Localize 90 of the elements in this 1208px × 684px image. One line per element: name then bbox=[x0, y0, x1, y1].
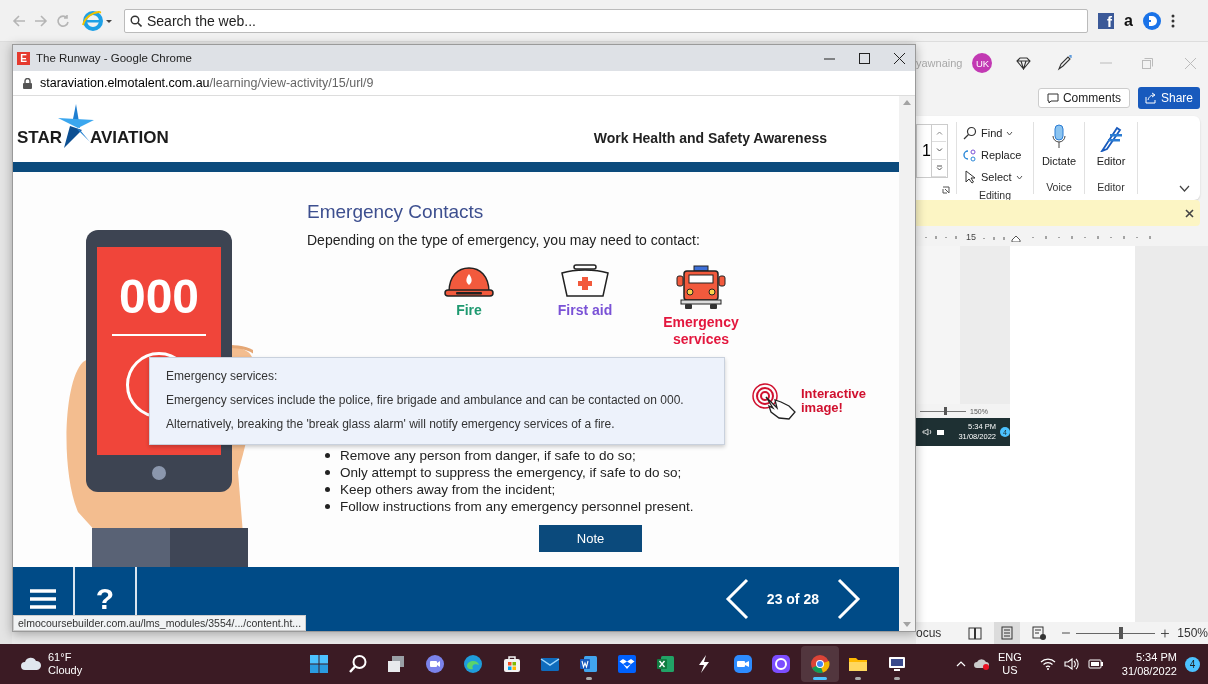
bullet-icon bbox=[325, 503, 330, 509]
menu-icon bbox=[30, 588, 56, 610]
editor-button[interactable]: Editor bbox=[1091, 124, 1131, 167]
e-logo-icon[interactable] bbox=[82, 9, 112, 32]
window-title: The Runway - Google Chrome bbox=[36, 52, 192, 64]
temperature: 61°F bbox=[48, 651, 73, 664]
share-button[interactable]: Share bbox=[1137, 87, 1200, 109]
group-label: Editing bbox=[977, 188, 1013, 202]
page-icon bbox=[1000, 626, 1013, 640]
circle-logo-icon[interactable] bbox=[800, 646, 839, 682]
clock-date[interactable]: 31/08/2022 bbox=[1121, 664, 1177, 678]
account-name: yawnaing bbox=[916, 57, 963, 69]
page-heading: Emergency Contacts bbox=[307, 199, 485, 224]
tooltip-title: Emergency services: bbox=[166, 368, 279, 384]
dialog-launcher-icon[interactable] bbox=[942, 186, 950, 194]
url-text[interactable]: staraviation.elmotalent.com.au/learning/view-activity/15/url/9 bbox=[40, 76, 374, 90]
clock-time[interactable]: 5:34 PM bbox=[1135, 650, 1177, 664]
cloud-error-icon[interactable] bbox=[974, 658, 990, 670]
fire-truck-icon[interactable] bbox=[676, 263, 726, 310]
bullet-icon bbox=[325, 452, 330, 458]
phone-screen-number: 000 bbox=[118, 268, 200, 324]
search-icon bbox=[963, 126, 977, 140]
site-logo-icon: E bbox=[17, 51, 30, 65]
note-button[interactable]: Note bbox=[539, 524, 642, 552]
language-indicator[interactable]: ENG US bbox=[998, 651, 1022, 677]
pen-icon[interactable] bbox=[1057, 55, 1073, 71]
ruler-number: 15 bbox=[966, 232, 976, 242]
group-label: Editor bbox=[1096, 180, 1126, 194]
course-title: Work Health and Safety Awareness bbox=[593, 129, 827, 146]
bullet-icon bbox=[325, 469, 330, 475]
interactive-hint: Interactive image! bbox=[801, 386, 868, 415]
contact-label[interactable]: First aid bbox=[540, 301, 630, 319]
contact-label[interactable]: Fire bbox=[424, 301, 514, 319]
more-icon[interactable] bbox=[1170, 13, 1175, 28]
status-link-tooltip: elmocoursebuilder.com.au/lms_modules/3554/.../content.ht... bbox=[13, 615, 307, 631]
social-logo-icon[interactable]: f bbox=[1098, 12, 1114, 29]
shop-logo-icon[interactable]: a bbox=[1124, 12, 1133, 29]
bullet-text: Keep others away from the incident; bbox=[340, 480, 556, 498]
replace-button[interactable]: Replace bbox=[963, 144, 1027, 166]
speaker-icon bbox=[922, 428, 932, 436]
find-button[interactable]: Find bbox=[963, 122, 1027, 144]
bullet-icon bbox=[325, 486, 330, 492]
battery-icon[interactable] bbox=[1087, 659, 1104, 669]
tap-hand-icon bbox=[751, 381, 797, 420]
replace-icon bbox=[963, 148, 977, 162]
chevron-up-icon[interactable] bbox=[956, 661, 966, 667]
circle-logo-icon[interactable] bbox=[1142, 11, 1161, 30]
group-label: Voice bbox=[1045, 180, 1073, 194]
tooltip-text: Alternatively, breaking the 'break glass alarm' will notify emergency services of a fire. bbox=[166, 416, 616, 432]
cursor-icon bbox=[963, 170, 977, 184]
print-view-button[interactable] bbox=[993, 622, 1021, 644]
bullet-text: Remove any person from danger, if safe to do so; bbox=[340, 446, 636, 464]
book-icon bbox=[967, 626, 982, 640]
notification-badge[interactable]: 4 bbox=[1184, 656, 1200, 672]
tooltip-text: Emergency services include the police, fire brigade and ambulance and can be contacted on 000. bbox=[166, 392, 685, 408]
comments-button[interactable]: Comments bbox=[1037, 88, 1130, 108]
zoom-in-icon[interactable] bbox=[1161, 628, 1170, 638]
search-field[interactable]: Search the web... bbox=[124, 8, 1088, 33]
chevron-down-icon[interactable] bbox=[1179, 185, 1190, 192]
wifi-icon[interactable] bbox=[1039, 658, 1056, 670]
zoom-reading: 150% bbox=[1177, 626, 1208, 640]
bullet-text: Only attempt to suppress the emergency, if safe to do so; bbox=[340, 463, 682, 481]
search-icon bbox=[130, 14, 142, 27]
share-icon bbox=[1144, 92, 1157, 104]
close-icon[interactable] bbox=[1185, 208, 1194, 218]
web-page-icon bbox=[1032, 626, 1047, 640]
contact-label[interactable]: Emergency services bbox=[656, 313, 746, 348]
speech-bubble-icon bbox=[1046, 92, 1059, 104]
battery-icon bbox=[936, 428, 946, 436]
nurse-cap-icon[interactable] bbox=[560, 263, 610, 298]
page-counter: 23 of 28 bbox=[766, 591, 819, 607]
select-button[interactable]: Select bbox=[963, 166, 1027, 188]
weather-condition: Cloudy bbox=[48, 664, 83, 677]
dictate-button[interactable]: Dictate bbox=[1040, 124, 1078, 167]
caret-icon bbox=[1015, 174, 1023, 180]
cloud-icon bbox=[20, 657, 42, 671]
user-avatar[interactable]: UK bbox=[972, 53, 993, 73]
lock-icon[interactable] bbox=[23, 77, 32, 89]
intro-text: Depending on the type of emergency, you may need to contact: bbox=[307, 230, 701, 250]
focus-label[interactable]: ocus bbox=[916, 626, 942, 640]
bullet-text: Follow instructions from any emergency personnel present. bbox=[340, 497, 694, 515]
caret-icon bbox=[1006, 130, 1014, 136]
maximize-icon[interactable] bbox=[859, 52, 870, 64]
speaker-icon[interactable] bbox=[1063, 658, 1080, 670]
close-icon[interactable] bbox=[894, 52, 905, 64]
diamond-icon[interactable] bbox=[1016, 56, 1032, 70]
caret-down-icon[interactable] bbox=[935, 148, 943, 153]
ruler-ticks-icon bbox=[924, 234, 960, 240]
company-logo: STAR AVIATION bbox=[17, 101, 169, 148]
pen-icon bbox=[1098, 124, 1124, 152]
